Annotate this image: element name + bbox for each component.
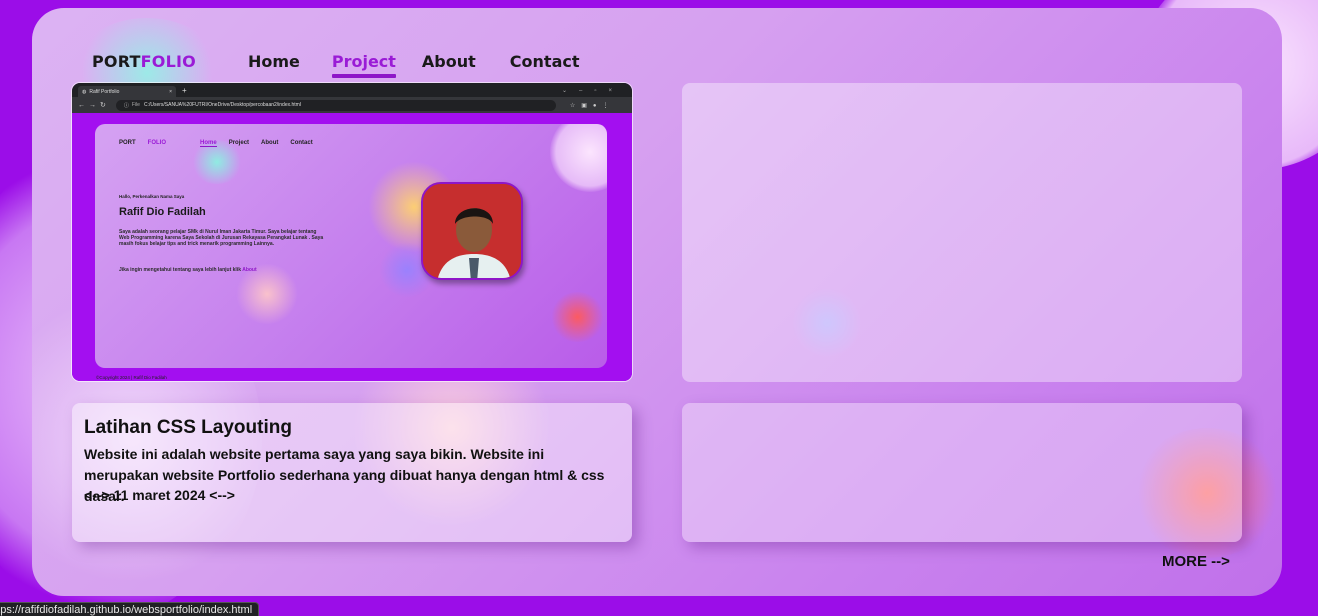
thumb-toolbar-icons: ☆▣●⋮ [569, 102, 615, 109]
thumb-greeting: Hallo, Perkenalkan Nama Saya [119, 194, 185, 199]
logo-main: PORT [92, 51, 141, 71]
logo[interactable]: PORTFOLIO [92, 52, 196, 71]
project-date: <--> 11 maret 2024 <--> [84, 487, 235, 503]
thumb-site-nav-contact: Contact [290, 140, 313, 146]
more-button[interactable]: MORE --> [1162, 553, 1230, 570]
thumb-description: Saya adalah seorang pelajar SMk di Nurul… [119, 229, 324, 248]
thumb-more-text: Jika ingin mengetahui tentang saya lebih… [119, 267, 241, 273]
project-info-card-empty [682, 403, 1242, 542]
thumb-site-logo: PORT FOLIO [119, 140, 178, 147]
thumb-tab-title: Rafif Portfolio [89, 88, 120, 95]
thumb-glow-peach [235, 264, 299, 324]
thumb-profile-photo [421, 182, 523, 280]
thumb-new-tab-icon: + [182, 85, 187, 95]
project-thumbnail[interactable]: ◍ Rafif Portfolio × + ⌄–▫× ←→↻ ⓘ File C:… [72, 83, 632, 381]
project-title: Latihan CSS Layouting [84, 417, 292, 438]
thumb-more-line: Jika ingin mengetahui tentang saya lebih… [119, 267, 257, 273]
thumb-browser-tab: ◍ Rafif Portfolio × [78, 86, 176, 97]
thumb-page-card: PORT FOLIO Home Project About Contact Hal… [95, 124, 607, 368]
thumb-page-body: PORT FOLIO Home Project About Contact Hal… [72, 113, 632, 381]
thumb-browser-tabbar: ◍ Rafif Portfolio × + ⌄–▫× [72, 83, 632, 97]
thumb-tab-close-icon: × [169, 88, 172, 95]
thumb-about-link: About [242, 267, 257, 273]
thumb-nav-arrows-icon: ←→↻ [78, 102, 110, 109]
thumb-site-nav-home: Home [200, 140, 217, 147]
thumb-glow-white [550, 124, 607, 192]
project-info-card: Latihan CSS Layouting Website ini adalah… [72, 403, 632, 542]
logo-accent: FOLIO [140, 51, 196, 71]
browser-status-bar: https://rafifdiofadilah.github.io/webspo… [0, 602, 260, 616]
thumb-glow-red [550, 292, 605, 342]
thumb-site-nav-project: Project [228, 140, 250, 146]
thumb-address-bar: ←→↻ ⓘ File C:/Users/SANUA%20FUTRI/OneDri… [72, 97, 632, 113]
thumb-info-icon: ⓘ [123, 102, 129, 109]
profile-photo-image [423, 184, 521, 278]
main-glass-card: PORTFOLIO Home Project About Contact ◍ R… [32, 8, 1282, 596]
thumb-globe-icon: ◍ [82, 88, 87, 95]
nav-about-link[interactable]: About [422, 52, 476, 71]
thumb-site-logo-accent: FOLIO [147, 140, 167, 146]
nav-contact-link[interactable]: Contact [510, 52, 580, 71]
thumb-window-controls-icon: ⌄–▫× [562, 87, 624, 94]
thumb-site-nav: PORT FOLIO Home Project About Contact [119, 140, 325, 147]
nav-home-link[interactable]: Home [248, 52, 300, 71]
thumb-url-field: ⓘ File C:/Users/SANUA%20FUTRI/OneDrive/D… [115, 99, 556, 111]
thumb-site-nav-about: About [261, 140, 279, 146]
thumb-name: Rafif Dio Fadilah [119, 206, 206, 218]
thumb-url-prefix: File [131, 102, 140, 108]
thumb-url-text: C:/Users/SANUA%20FUTRI/OneDrive/Desktop/… [143, 102, 301, 108]
top-nav: PORTFOLIO Home Project About Contact [92, 46, 606, 78]
thumb-footer: ©Copyright 2024 | Rafif Dio Fadilah [96, 375, 167, 380]
thumb-site-logo-main: PORT [119, 140, 136, 146]
project-preview-panel-empty [682, 83, 1242, 382]
nav-project-link[interactable]: Project [331, 52, 397, 78]
